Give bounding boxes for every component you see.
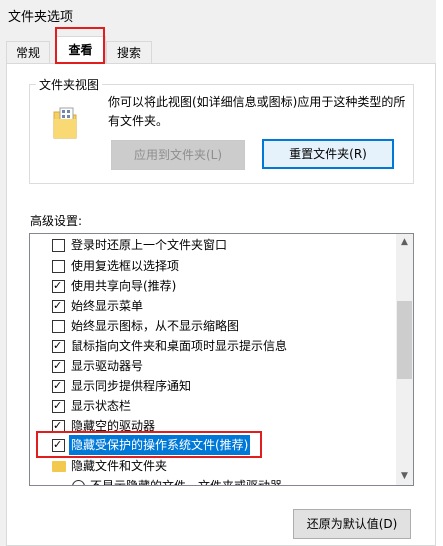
checkbox[interactable] xyxy=(52,320,65,333)
list-item-label: 使用共享向导(推荐) xyxy=(71,279,177,293)
folder-icon xyxy=(52,461,66,472)
checkbox[interactable] xyxy=(52,277,65,295)
list-item-label: 隐藏文件和文件夹 xyxy=(71,459,168,473)
checkbox[interactable] xyxy=(52,397,65,415)
restore-defaults-button[interactable]: 还原为默认值(D) xyxy=(293,509,411,539)
folder-view-group-label: 文件夹视图 xyxy=(36,76,103,93)
checkbox[interactable] xyxy=(52,377,65,395)
window-title: 文件夹选项 xyxy=(8,10,74,25)
advanced-settings-label: 高级设置: xyxy=(30,214,83,228)
list-item-label: 始终显示菜单 xyxy=(71,299,144,313)
checkbox[interactable] xyxy=(52,337,65,355)
selected-item-highlight xyxy=(36,431,262,458)
list-item-label: 显示状态栏 xyxy=(71,399,132,413)
folder-icon xyxy=(52,106,78,140)
list-item-label: 显示同步提供程序通知 xyxy=(71,379,192,393)
tab-view-highlight xyxy=(55,27,105,64)
apply-to-folders-button[interactable]: 应用到文件夹(L) xyxy=(111,140,245,170)
list-item-label: 使用复选框以选择项 xyxy=(71,259,180,273)
list-item-label: 显示驱动器号 xyxy=(71,359,144,373)
tab-general[interactable]: 常规 xyxy=(6,41,50,64)
scroll-up-icon[interactable]: ▲ xyxy=(396,234,413,251)
reset-folders-button[interactable]: 重置文件夹(R) xyxy=(262,139,394,169)
list-item-label: 不显示隐藏的文件、文件夹或驱动器 xyxy=(90,479,283,486)
checkbox[interactable] xyxy=(52,357,65,375)
scroll-down-icon[interactable]: ▼ xyxy=(396,468,413,485)
checkbox[interactable] xyxy=(52,297,65,315)
window-edge xyxy=(436,0,443,546)
checkbox[interactable] xyxy=(52,260,65,273)
scrollbar-thumb[interactable] xyxy=(397,301,412,379)
tab-search[interactable]: 搜索 xyxy=(106,41,152,64)
list-item-label: 鼠标指向文件夹和桌面项时显示提示信息 xyxy=(71,339,288,353)
checkbox[interactable] xyxy=(52,239,65,252)
folder-view-description: 你可以将此视图(如详细信息或图标)应用于这种类型的所有文件夹。 xyxy=(108,95,406,128)
list-item-label: 始终显示图标，从不显示缩略图 xyxy=(71,319,240,333)
radio-button[interactable] xyxy=(72,480,85,485)
list-item-label: 登录时还原上一个文件夹窗口 xyxy=(71,238,228,252)
